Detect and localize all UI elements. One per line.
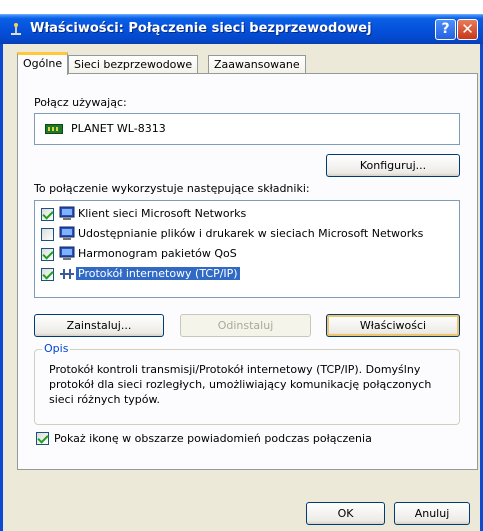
list-item[interactable]: Udostępnianie plików i drukarek w siecia… [35, 225, 455, 243]
description-text: Protokół kontroli transmisji/Protokół in… [49, 363, 432, 406]
list-item[interactable]: Klient sieci Microsoft Networks [35, 205, 455, 223]
notify-icon-checkbox[interactable] [36, 432, 49, 445]
list-item[interactable]: Harmonogram pakietów QoS [35, 245, 455, 263]
network-adapter-icon [45, 124, 63, 134]
component-checkbox[interactable] [41, 268, 54, 281]
tab-wireless-networks[interactable]: Sieci bezprzewodowe [68, 55, 199, 74]
configure-button[interactable]: Konfiguruj... [326, 154, 460, 177]
title-bar[interactable]: Właściwości: Połączenie sieci bezprzewod… [0, 14, 483, 44]
close-icon: ✕ [461, 20, 474, 38]
component-checkbox[interactable] [41, 248, 54, 261]
close-button[interactable]: ✕ [457, 19, 478, 40]
components-list[interactable]: Klient sieci Microsoft Networks Udostępn… [34, 200, 460, 298]
tab-advanced[interactable]: Zaawansowane [208, 55, 306, 74]
network-connection-icon [11, 23, 21, 35]
list-item[interactable]: Protokół internetowy (TCP/IP) [35, 265, 455, 283]
help-button[interactable]: ? [435, 19, 456, 40]
component-label: Harmonogram pakietów QoS [78, 247, 237, 260]
connect-using-label: Połącz używając: [34, 96, 127, 109]
tab-general[interactable]: Ogólne [17, 52, 69, 75]
protocol-icon [60, 269, 74, 279]
uninstall-button[interactable]: Odinstaluj [180, 314, 311, 337]
component-label: Klient sieci Microsoft Networks [78, 207, 247, 220]
cancel-button[interactable]: Anuluj [394, 502, 470, 525]
network-client-icon [59, 206, 75, 220]
ok-button[interactable]: OK [306, 502, 385, 525]
component-label: Udostępnianie plików i drukarek w siecia… [78, 227, 424, 240]
properties-button[interactable]: Właściwości [326, 314, 460, 337]
qos-scheduler-icon [59, 246, 75, 260]
device-name: PLANET WL-8313 [71, 122, 166, 135]
component-checkbox[interactable] [41, 228, 54, 241]
help-icon: ? [441, 21, 450, 37]
device-field: PLANET WL-8313 [34, 113, 460, 145]
component-label: Protokół internetowy (TCP/IP) [76, 267, 240, 280]
window-title: Właściwości: Połączenie sieci bezprzewod… [30, 21, 372, 36]
components-label: To połączenie wykorzystuje następujące s… [34, 182, 310, 195]
install-button[interactable]: Zainstaluj... [34, 314, 164, 337]
description-title: Opis [42, 342, 71, 355]
file-printer-sharing-icon [59, 226, 75, 240]
notify-icon-label[interactable]: Pokaż ikonę w obszarze powiadomień podcz… [54, 432, 372, 445]
component-checkbox[interactable] [41, 208, 54, 221]
